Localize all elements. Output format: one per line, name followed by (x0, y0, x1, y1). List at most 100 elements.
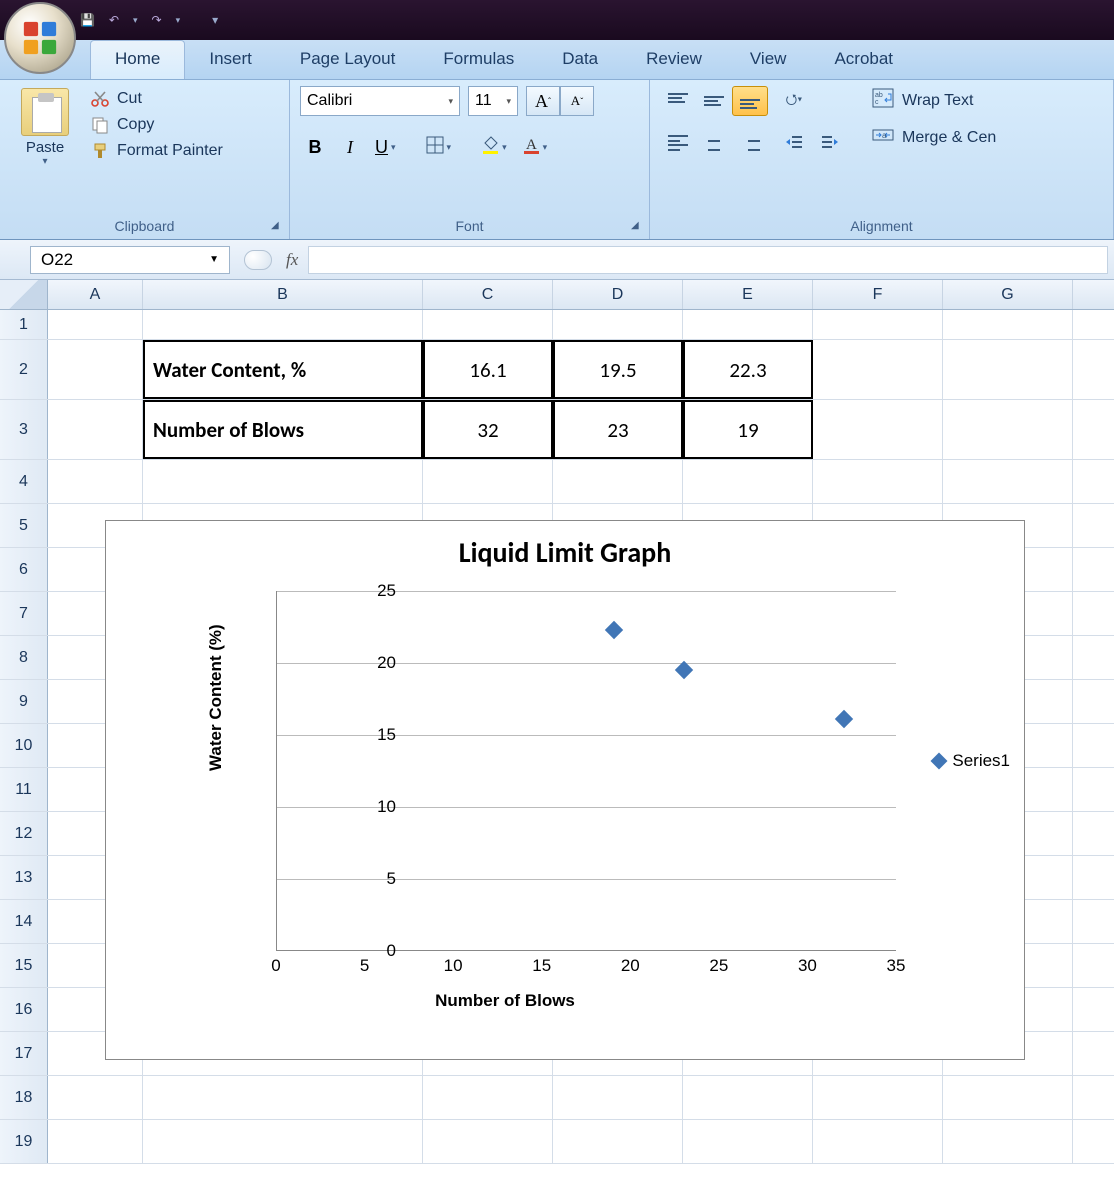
align-left-button[interactable] (660, 128, 696, 158)
cell-C18[interactable] (423, 1076, 553, 1119)
underline-button[interactable]: U (370, 130, 401, 164)
row-header[interactable]: 6 (0, 548, 48, 591)
row-header[interactable]: 14 (0, 900, 48, 943)
row-header[interactable]: 18 (0, 1076, 48, 1119)
save-icon[interactable]: 💾 (80, 13, 95, 27)
cell-E18[interactable] (683, 1076, 813, 1119)
cell-A1[interactable] (48, 310, 143, 339)
embedded-chart[interactable]: Liquid Limit Graph Water Content (%) Num… (105, 520, 1025, 1060)
grow-font-button[interactable]: Aˆ (526, 86, 560, 116)
column-header-F[interactable]: F (813, 280, 943, 309)
cell-E19[interactable] (683, 1120, 813, 1163)
row-header[interactable]: 19 (0, 1120, 48, 1163)
cell-B18[interactable] (143, 1076, 423, 1119)
font-size-combo[interactable]: 11▾ (468, 86, 518, 116)
cell-E1[interactable] (683, 310, 813, 339)
cell-E4[interactable] (683, 460, 813, 503)
name-box[interactable]: O22▼ (30, 246, 230, 274)
cell-B4[interactable] (143, 460, 423, 503)
cell-F4[interactable] (813, 460, 943, 503)
tab-view[interactable]: View (726, 41, 811, 79)
row-header[interactable]: 11 (0, 768, 48, 811)
qat-customize-icon[interactable]: ▾ (212, 13, 218, 27)
orientation-button[interactable]: ⭯▾ (776, 86, 812, 116)
cell-G4[interactable] (943, 460, 1073, 503)
cell-D19[interactable] (553, 1120, 683, 1163)
cell-C2[interactable]: 16.1 (423, 340, 553, 399)
merge-center-button[interactable]: a Merge & Cen (868, 123, 1000, 152)
undo-icon[interactable]: ↶ (109, 13, 119, 27)
font-name-combo[interactable]: Calibri▾ (300, 86, 460, 116)
cell-C3[interactable]: 32 (423, 400, 553, 459)
cell-B19[interactable] (143, 1120, 423, 1163)
font-color-button[interactable]: A (517, 130, 553, 164)
font-dialog-launcher-icon[interactable]: ◢ (631, 220, 645, 234)
cell-F3[interactable] (813, 400, 943, 459)
cell-B1[interactable] (143, 310, 423, 339)
column-header-E[interactable]: E (683, 280, 813, 309)
tab-insert[interactable]: Insert (185, 41, 276, 79)
bold-button[interactable]: B (300, 130, 330, 164)
clipboard-dialog-launcher-icon[interactable]: ◢ (271, 220, 285, 234)
fx-icon[interactable]: fx (286, 250, 298, 270)
cell-B2[interactable]: Water Content, % (143, 340, 423, 399)
cell-A3[interactable] (48, 400, 143, 459)
cell-D1[interactable] (553, 310, 683, 339)
cell-E2[interactable]: 22.3 (683, 340, 813, 399)
cell-E3[interactable]: 19 (683, 400, 813, 459)
cell-C1[interactable] (423, 310, 553, 339)
row-header[interactable]: 9 (0, 680, 48, 723)
cell-C4[interactable] (423, 460, 553, 503)
align-right-button[interactable] (732, 128, 768, 158)
cell-A2[interactable] (48, 340, 143, 399)
worksheet[interactable]: ABCDEFG 12Water Content, %16.119.522.33N… (0, 280, 1114, 1164)
row-header[interactable]: 5 (0, 504, 48, 547)
cell-D3[interactable]: 23 (553, 400, 683, 459)
cell-B3[interactable]: Number of Blows (143, 400, 423, 459)
cell-G19[interactable] (943, 1120, 1073, 1163)
cell-D2[interactable]: 19.5 (553, 340, 683, 399)
cell-F19[interactable] (813, 1120, 943, 1163)
column-header-G[interactable]: G (943, 280, 1073, 309)
paste-button[interactable]: Paste ▾ (10, 86, 80, 167)
tab-review[interactable]: Review (622, 41, 726, 79)
row-header[interactable]: 17 (0, 1032, 48, 1075)
tab-data[interactable]: Data (538, 41, 622, 79)
row-header[interactable]: 1 (0, 310, 48, 339)
borders-button[interactable] (421, 130, 457, 164)
tab-formulas[interactable]: Formulas (419, 41, 538, 79)
select-all-corner[interactable] (0, 280, 48, 309)
align-top-button[interactable] (660, 86, 696, 116)
cell-A19[interactable] (48, 1120, 143, 1163)
column-header-C[interactable]: C (423, 280, 553, 309)
chevron-down-icon[interactable]: ▼ (209, 254, 219, 265)
italic-button[interactable]: I (335, 130, 365, 164)
undo-dropdown-icon[interactable]: ▾ (133, 15, 138, 26)
align-center-button[interactable] (696, 128, 732, 158)
row-header[interactable]: 3 (0, 400, 48, 459)
cell-A18[interactable] (48, 1076, 143, 1119)
cut-button[interactable]: Cut (86, 88, 227, 110)
cell-D4[interactable] (553, 460, 683, 503)
row-header[interactable]: 13 (0, 856, 48, 899)
row-header[interactable]: 7 (0, 592, 48, 635)
cell-G2[interactable] (943, 340, 1073, 399)
format-painter-button[interactable]: Format Painter (86, 140, 227, 162)
tab-page-layout[interactable]: Page Layout (276, 41, 419, 79)
column-header-A[interactable]: A (48, 280, 143, 309)
paste-dropdown-icon[interactable]: ▾ (10, 156, 80, 167)
fill-color-button[interactable] (476, 130, 512, 164)
office-button[interactable] (4, 2, 76, 74)
row-header[interactable]: 16 (0, 988, 48, 1031)
cell-G18[interactable] (943, 1076, 1073, 1119)
cell-F1[interactable] (813, 310, 943, 339)
cell-G3[interactable] (943, 400, 1073, 459)
cell-G1[interactable] (943, 310, 1073, 339)
cell-F2[interactable] (813, 340, 943, 399)
align-middle-button[interactable] (696, 86, 732, 116)
row-header[interactable]: 10 (0, 724, 48, 767)
increase-indent-button[interactable] (812, 128, 848, 158)
redo-icon[interactable]: ↷ (152, 13, 162, 27)
copy-button[interactable]: Copy (86, 114, 227, 136)
shrink-font-button[interactable]: Aˇ (560, 86, 594, 116)
